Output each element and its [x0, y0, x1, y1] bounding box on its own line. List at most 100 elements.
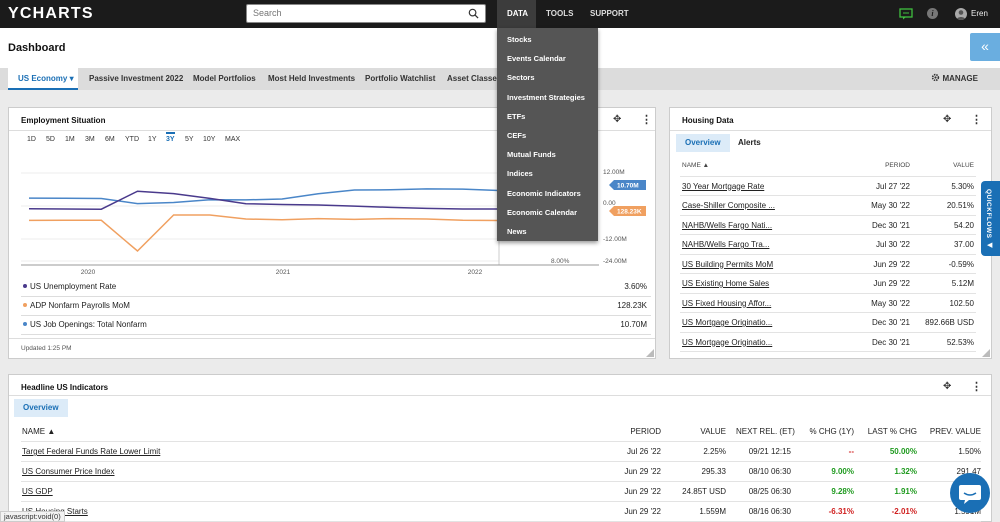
table-row[interactable]: NAHB/Wells Fargo Tra... Jul 30 '22 37.00	[680, 235, 976, 255]
menu-item-investment-strategies[interactable]: Investment Strategies	[497, 88, 598, 107]
menu-item-economic-calendar[interactable]: Economic Calendar	[497, 203, 598, 222]
adp-payrolls-line[interactable]	[28, 214, 500, 253]
range-5d[interactable]: 5D	[46, 136, 55, 143]
table-row[interactable]: Case-Shiller Composite ... May 30 '22 20.5…	[680, 196, 976, 216]
subtab-overview[interactable]: Overview	[676, 134, 730, 152]
tab-portfolio-watchlist[interactable]: Portfolio Watchlist	[365, 68, 435, 90]
nav-data[interactable]: DATA	[497, 0, 536, 28]
table-row[interactable]: Target Federal Funds Rate Lower Limit Jul…	[21, 442, 981, 462]
search-box[interactable]	[246, 4, 486, 23]
tab-most-held-investments[interactable]: Most Held Investments	[268, 68, 355, 90]
menu-item-mutual-funds[interactable]: Mutual Funds	[497, 145, 598, 164]
indicator-name-link[interactable]: 30 Year Mortgage Rate	[682, 182, 764, 191]
indicator-name-link[interactable]: US GDP	[22, 487, 53, 496]
menu-item-events-calendar[interactable]: Events Calendar	[497, 49, 598, 68]
column-header-next-release[interactable]: NEXT REL. (ET)	[736, 427, 795, 436]
series-row-unemployment[interactable]: US Unemployment Rate 3.60%	[21, 278, 651, 297]
ycharts-logo[interactable]: YCHARTS	[8, 5, 94, 23]
indicator-name-link[interactable]: US Existing Home Sales	[682, 279, 769, 288]
column-header-value[interactable]: VALUE	[671, 427, 726, 436]
column-header-name[interactable]: NAME ▲	[22, 427, 55, 436]
column-header-prev-value[interactable]: PREV. VALUE	[921, 427, 981, 436]
search-input[interactable]	[253, 8, 463, 18]
kebab-menu-icon[interactable]: ⋮	[641, 113, 652, 126]
nav-support[interactable]: SUPPORT	[580, 0, 639, 28]
column-header-period[interactable]: PERIOD	[611, 427, 661, 436]
indicator-value: 892.66B USD	[925, 318, 974, 327]
table-row[interactable]: NAHB/Wells Fargo Nati... Dec 30 '21 54.20	[680, 216, 976, 235]
indicator-value: 102.50	[949, 298, 974, 308]
menu-item-stocks[interactable]: Stocks	[497, 30, 598, 49]
kebab-menu-icon[interactable]: ⋮	[971, 113, 982, 126]
tab-passive-investment-2022[interactable]: Passive Investment 2022	[89, 68, 183, 90]
range-5y[interactable]: 5Y	[185, 136, 194, 143]
indicator-name-link[interactable]: Case-Shiller Composite ...	[682, 201, 775, 210]
table-row[interactable]: US Mortgage Originatio... Dec 30 '21 52.53…	[680, 333, 976, 352]
search-icon[interactable]	[468, 8, 479, 19]
column-header-value[interactable]: VALUE	[953, 162, 974, 169]
series-name: US Job Openings: Total Nonfarm	[30, 320, 147, 329]
quickflows-tab[interactable]: QUICKFLOWS ◀	[981, 181, 1000, 256]
manage-button[interactable]: MANAGE	[931, 68, 978, 90]
resize-handle-icon[interactable]	[646, 349, 654, 357]
column-header-name[interactable]: NAME ▲	[682, 162, 709, 169]
user-avatar-icon[interactable]	[955, 8, 967, 20]
move-icon[interactable]: ✥	[943, 114, 951, 125]
subtab-overview[interactable]: Overview	[14, 399, 68, 417]
range-1y[interactable]: 1Y	[148, 136, 157, 143]
change-1y: 9.28%	[831, 487, 854, 496]
indicator-name-link[interactable]: US Mortgage Originatio...	[682, 318, 772, 327]
chat-support-button[interactable]	[950, 473, 990, 513]
indicator-name-link[interactable]: US Mortgage Originatio...	[682, 338, 772, 347]
series-row-job-openings[interactable]: US Job Openings: Total Nonfarm 10.70M	[21, 316, 651, 335]
nav-tools[interactable]: TOOLS	[536, 0, 583, 28]
tab-model-portfolios[interactable]: Model Portfolios	[193, 68, 256, 90]
move-icon[interactable]: ✥	[613, 114, 621, 125]
indicator-name-link[interactable]: US Consumer Price Index	[22, 467, 114, 476]
range-max[interactable]: MAX	[225, 136, 240, 143]
move-icon[interactable]: ✥	[943, 381, 951, 392]
column-header-chg-1y[interactable]: % CHG (1Y)	[801, 427, 854, 436]
range-ytd[interactable]: YTD	[125, 136, 139, 143]
column-header-period[interactable]: PERIOD	[850, 162, 910, 169]
range-10y[interactable]: 10Y	[203, 136, 215, 143]
table-row[interactable]: 30 Year Mortgage Rate Jul 27 '22 5.30%	[680, 177, 976, 196]
username[interactable]: Eren	[971, 9, 988, 18]
subtab-alerts[interactable]: Alerts	[729, 134, 770, 152]
divider	[670, 130, 991, 131]
range-3y[interactable]: 3Y	[166, 132, 175, 143]
menu-item-economic-indicators[interactable]: Economic Indicators	[497, 184, 598, 203]
range-6m[interactable]: 6M	[105, 136, 115, 143]
indicator-name-link[interactable]: NAHB/Wells Fargo Tra...	[682, 240, 769, 249]
indicator-name-link[interactable]: US Building Permits MoM	[682, 260, 773, 269]
tab-us-economy[interactable]: US Economy ▾	[8, 68, 78, 90]
menu-item-etfs[interactable]: ETFs	[497, 107, 598, 126]
column-header-last-chg[interactable]: LAST % CHG	[861, 427, 917, 436]
menu-item-cefs[interactable]: CEFs	[497, 126, 598, 145]
job-openings-line[interactable]	[28, 188, 500, 205]
info-icon[interactable]: i	[927, 8, 938, 19]
chat-icon[interactable]	[899, 8, 913, 20]
indicator-name-link[interactable]: US Fixed Housing Affor...	[682, 299, 771, 308]
table-row[interactable]: US GDP Jun 29 '22 24.85T USD 08/25 06:30 9.2…	[21, 482, 981, 502]
collapse-panel-button[interactable]: «	[970, 33, 1000, 61]
top-navigation-bar: YCHARTS DATA TOOLS SUPPORT i Eren	[0, 0, 1000, 28]
series-row-adp-payrolls[interactable]: ADP Nonfarm Payrolls MoM 128.23K	[21, 297, 651, 316]
table-row[interactable]: US Fixed Housing Affor... May 30 '22 102.5…	[680, 294, 976, 313]
table-row[interactable]: US Building Permits MoM Jun 29 '22 -0.59%	[680, 255, 976, 274]
range-3m[interactable]: 3M	[85, 136, 95, 143]
menu-item-news[interactable]: News	[497, 222, 598, 241]
table-row[interactable]: US Consumer Price Index Jun 29 '22 295.33 0…	[21, 462, 981, 482]
kebab-menu-icon[interactable]: ⋮	[971, 380, 982, 393]
indicator-name-link[interactable]: Target Federal Funds Rate Lower Limit	[22, 447, 160, 456]
menu-item-indices[interactable]: Indices	[497, 164, 598, 183]
indicator-name-link[interactable]: NAHB/Wells Fargo Nati...	[682, 221, 772, 230]
range-1m[interactable]: 1M	[65, 136, 75, 143]
menu-item-sectors[interactable]: Sectors	[497, 68, 598, 87]
resize-handle-icon[interactable]	[982, 349, 990, 357]
table-row[interactable]: US Housing StartsJun 29 '221.559M08/16 0…	[21, 502, 981, 522]
table-row[interactable]: US Existing Home Sales Jun 29 '22 5.12M	[680, 274, 976, 294]
range-1d[interactable]: 1D	[27, 136, 36, 143]
tab-asset-classes[interactable]: Asset Classes	[447, 68, 501, 90]
table-row[interactable]: US Mortgage Originatio... Dec 30 '21 892.6…	[680, 313, 976, 333]
